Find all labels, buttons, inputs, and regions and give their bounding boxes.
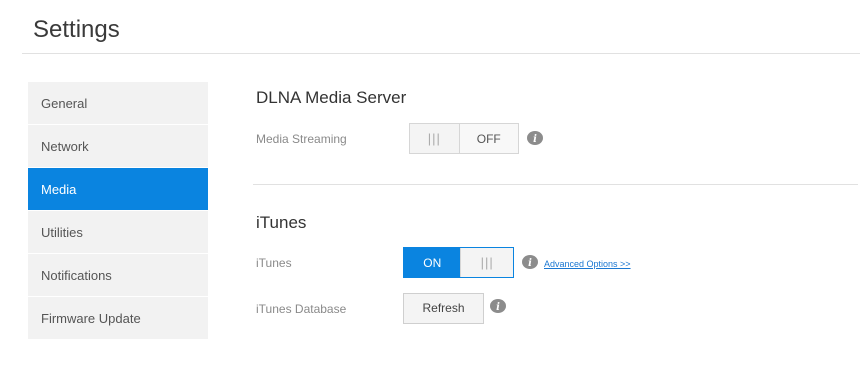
itunes-database-label: iTunes Database — [256, 302, 347, 316]
page-title: Settings — [33, 16, 120, 43]
itunes-label: iTunes — [256, 256, 292, 270]
refresh-button[interactable]: Refresh — [403, 293, 484, 324]
toggle-state-on: ON — [404, 248, 461, 277]
sidebar-item-media[interactable]: Media — [28, 168, 208, 211]
media-streaming-toggle[interactable]: ||| OFF — [409, 123, 519, 154]
settings-sidebar: General Network Media Utilities Notifica… — [28, 82, 208, 340]
svg-text:i: i — [496, 302, 500, 313]
sidebar-item-firmware-update[interactable]: Firmware Update — [28, 297, 208, 340]
svg-text:i: i — [528, 258, 532, 269]
svg-text:i: i — [533, 134, 537, 145]
itunes-section-title: iTunes — [256, 213, 307, 232]
advanced-options-link[interactable]: Advanced Options >> — [544, 259, 631, 269]
info-icon[interactable]: i — [527, 131, 543, 145]
sidebar-item-utilities[interactable]: Utilities — [28, 211, 208, 254]
title-divider — [22, 53, 860, 54]
info-icon[interactable]: i — [490, 299, 506, 313]
section-divider — [253, 184, 858, 185]
sidebar-item-notifications[interactable]: Notifications — [28, 254, 208, 297]
info-icon[interactable]: i — [522, 255, 538, 269]
toggle-grip: ||| — [410, 124, 459, 153]
media-streaming-label: Media Streaming — [256, 132, 347, 146]
toggle-grip: ||| — [460, 248, 513, 277]
dlna-section-title: DLNA Media Server — [256, 88, 407, 107]
sidebar-item-network[interactable]: Network — [28, 125, 208, 168]
itunes-toggle[interactable]: ON ||| — [403, 247, 514, 278]
sidebar-item-general[interactable]: General — [28, 82, 208, 125]
toggle-state-off: OFF — [458, 124, 518, 153]
